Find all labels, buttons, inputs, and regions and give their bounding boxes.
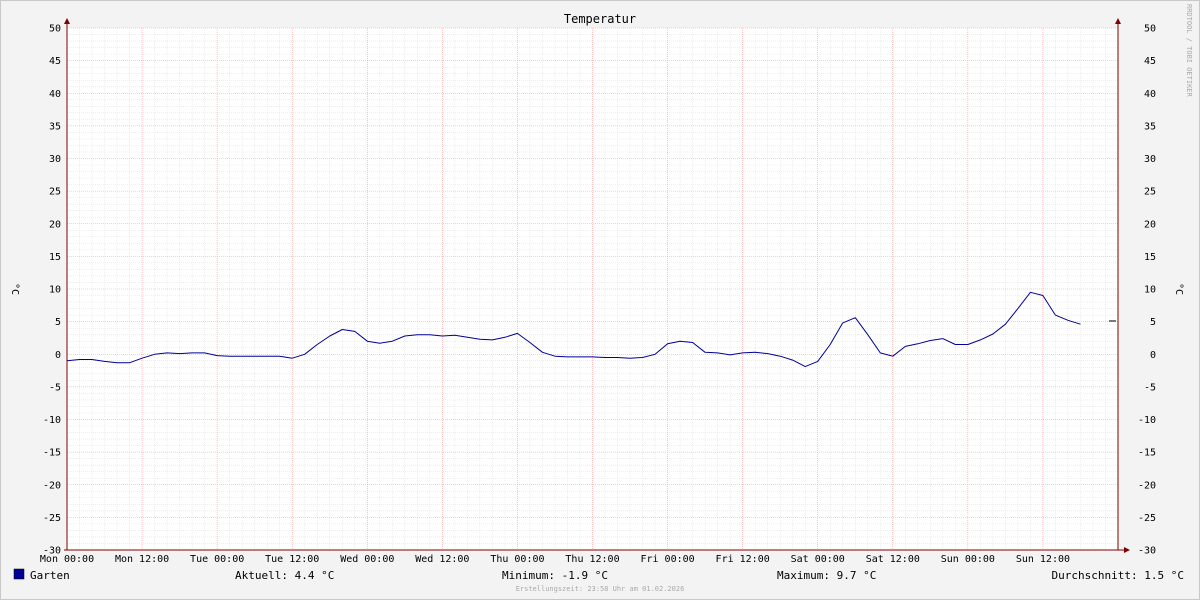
- y-axis-right-labels: 50454035302520151050-5-10-15-20-25-30: [1138, 24, 1156, 557]
- y-tick-label: -25: [43, 513, 61, 524]
- legend-swatch-garten: [13, 568, 25, 580]
- y-tick-label: -10: [1138, 415, 1156, 426]
- y-tick-label: 50: [1144, 24, 1156, 35]
- x-tick-label: Fri 12:00: [716, 554, 770, 565]
- y-tick-label: 0: [1150, 350, 1156, 361]
- y-tick-label: 25: [49, 187, 61, 198]
- x-tick-label: Sat 00:00: [791, 554, 845, 565]
- y-tick-label: -5: [49, 382, 61, 393]
- legend-maximum: Maximum: 9.7 °C: [777, 569, 876, 582]
- footer-timestamp: Erstellungszeit: 23:58 Uhr am 01.02.2026: [516, 585, 685, 593]
- y-tick-label: 20: [49, 219, 61, 230]
- y-tick-label: -25: [1138, 513, 1156, 524]
- y-tick-label: 35: [1144, 121, 1156, 132]
- y-axis-label-left: °C: [9, 283, 20, 295]
- chart-title: Temperatur: [564, 12, 636, 26]
- y-tick-label: 5: [55, 317, 61, 328]
- y-tick-label: -10: [43, 415, 61, 426]
- x-axis-arrow: [1124, 547, 1130, 553]
- y-tick-label: 5: [1150, 317, 1156, 328]
- x-axis-labels: Mon 00:00 Mon 12:00 Tue 00:00 Tue 12:00 Wed …: [40, 554, 1070, 565]
- legend-minimum: Minimum: -1.9 °C: [502, 569, 608, 582]
- x-tick-label: Tue 12:00: [265, 554, 319, 565]
- y-tick-label: 15: [49, 252, 61, 263]
- y-tick-label: -15: [43, 448, 61, 459]
- y-tick-label: 35: [49, 121, 61, 132]
- y-tick-label: -20: [1138, 480, 1156, 491]
- y-tick-label: 40: [49, 89, 61, 100]
- y-tick-label: 10: [1144, 285, 1156, 296]
- y-tick-label: 50: [49, 24, 61, 35]
- x-tick-label: Sun 12:00: [1016, 554, 1070, 565]
- y-tick-label: -30: [1138, 546, 1156, 557]
- x-tick-label: Tue 00:00: [190, 554, 244, 565]
- y-axis-label-right: °C: [1173, 283, 1184, 295]
- y-tick-label: 0: [55, 350, 61, 361]
- watermark: RRDTOOL / TOBI OETIKER: [1185, 4, 1193, 98]
- x-tick-label: Thu 12:00: [565, 554, 619, 565]
- y-tick-label: -20: [43, 480, 61, 491]
- x-tick-label: Sat 12:00: [866, 554, 920, 565]
- y-tick-label: -5: [1144, 382, 1156, 393]
- y-axis-arrow-left: [64, 18, 70, 24]
- y-tick-label: 10: [49, 285, 61, 296]
- legend-series-name: Garten: [30, 569, 70, 582]
- y-tick-label: 15: [1144, 252, 1156, 263]
- y-axis-left-labels: 50454035302520151050-5-10-15-20-25-30: [43, 24, 61, 557]
- x-tick-label: Mon 00:00: [40, 554, 94, 565]
- y-tick-label: 30: [49, 154, 61, 165]
- y-tick-label: -15: [1138, 448, 1156, 459]
- y-tick-label: 45: [49, 56, 61, 67]
- y-tick-label: 25: [1144, 187, 1156, 198]
- y-tick-label: 20: [1144, 219, 1156, 230]
- x-tick-label: Thu 00:00: [490, 554, 544, 565]
- x-tick-label: Fri 00:00: [640, 554, 694, 565]
- x-tick-label: Mon 12:00: [115, 554, 169, 565]
- y-tick-label: 40: [1144, 89, 1156, 100]
- y-tick-label: 45: [1144, 56, 1156, 67]
- x-tick-label: Sun 00:00: [941, 554, 995, 565]
- legend-average: Durchschnitt: 1.5 °C: [1052, 569, 1184, 582]
- y-tick-label: 30: [1144, 154, 1156, 165]
- x-tick-label: Wed 12:00: [415, 554, 469, 565]
- temperature-chart: 50454035302520151050-5-10-15-20-25-30 50…: [9, 4, 1193, 593]
- y-axis-arrow-right: [1115, 18, 1121, 24]
- x-tick-label: Wed 00:00: [340, 554, 394, 565]
- legend-current: Aktuell: 4.4 °C: [235, 569, 334, 582]
